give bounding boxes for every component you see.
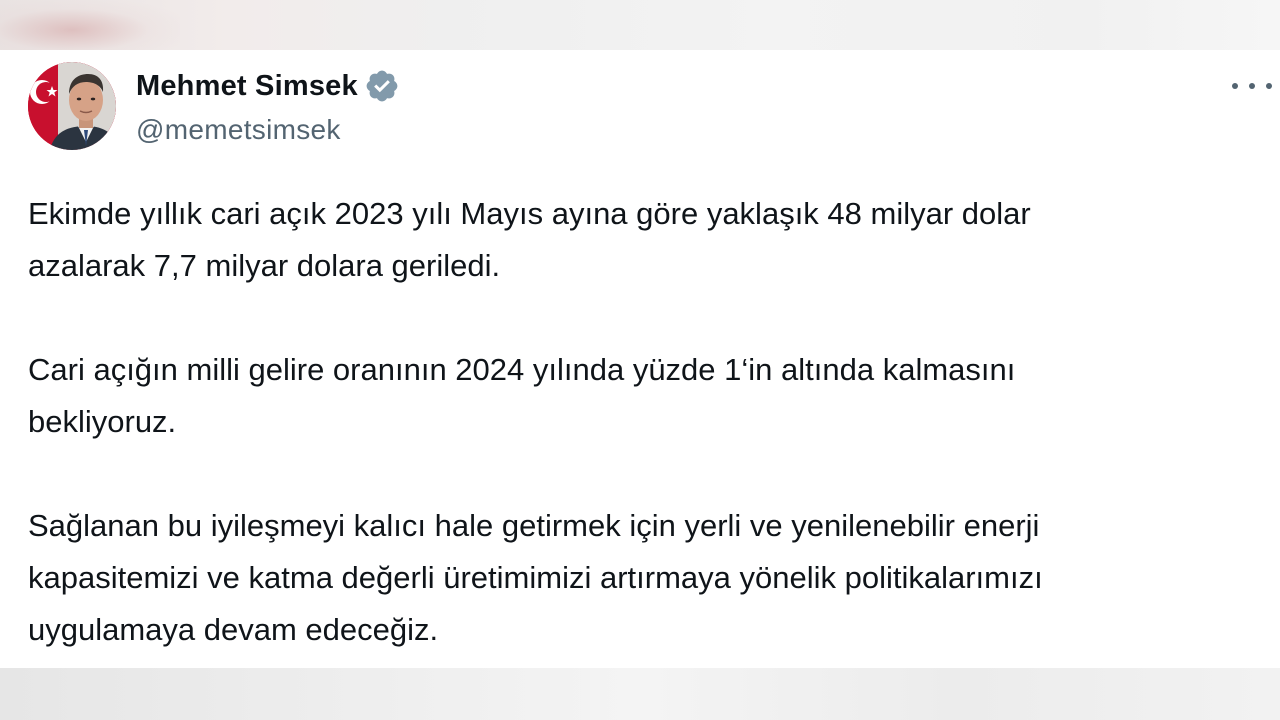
tweet-paragraph-3: Sağlanan bu iyileşmeyi kalıcı hale getir… [28,508,1043,647]
blurred-background-top [0,0,1280,50]
author-name-row: Mehmet Simsek [136,68,400,104]
blurred-background-bottom [0,668,1280,720]
author-handle[interactable]: @memetsimsek [136,114,341,146]
author-display-name[interactable]: Mehmet Simsek [136,70,358,103]
tweet-paragraph-2: Cari açığın milli gelire oranının 2024 y… [28,352,1016,439]
tweet-card: Mehmet Simsek @memetsimsek Ekimde yıllık… [0,50,1280,668]
verified-badge-icon [364,68,400,104]
profile-photo-icon [28,62,116,150]
tweet-paragraph-1: Ekimde yıllık cari açık 2023 yılı Mayıs … [28,196,1031,283]
screenshot-stage: Mehmet Simsek @memetsimsek Ekimde yıllık… [0,0,1280,720]
tweet-text: Ekimde yıllık cari açık 2023 yılı Mayıs … [28,188,1258,656]
author-avatar[interactable] [28,62,116,150]
more-dot [1266,83,1272,89]
more-dot [1249,83,1255,89]
more-dot [1232,83,1238,89]
more-options-icon[interactable] [1232,78,1272,94]
